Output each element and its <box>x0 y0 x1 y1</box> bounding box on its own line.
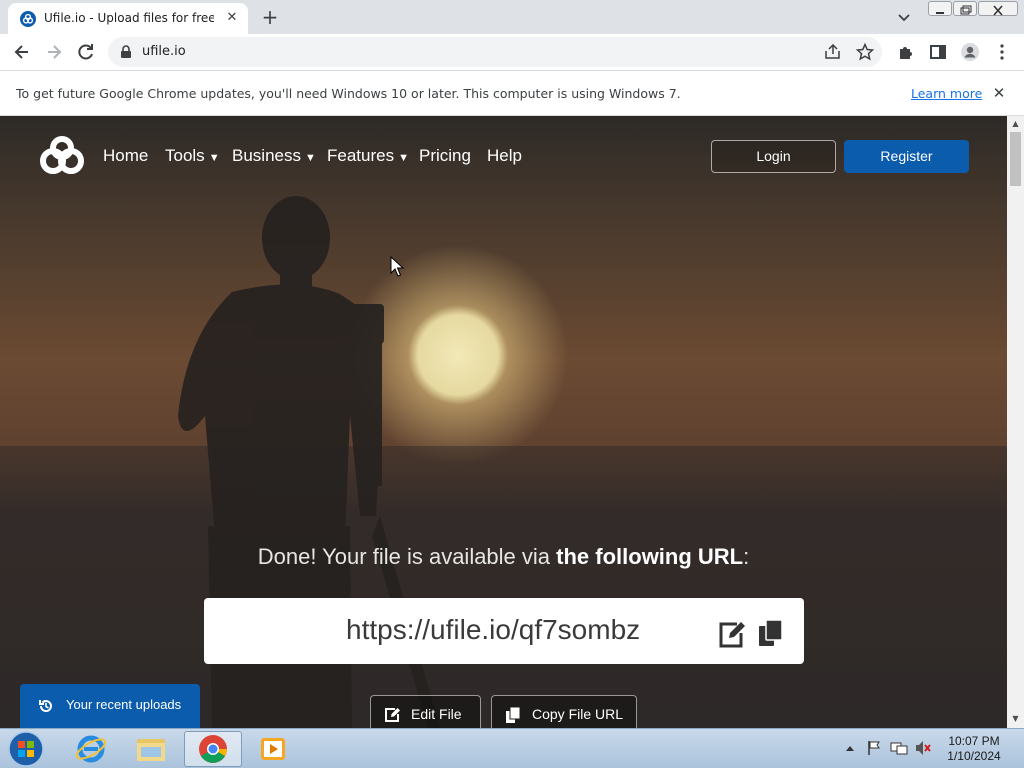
tab-close-icon[interactable]: ✕ <box>224 10 240 26</box>
scroll-up-icon[interactable]: ▲ <box>1010 119 1021 129</box>
edit-icon[interactable] <box>717 620 747 648</box>
volume-muted-icon[interactable] <box>914 740 932 756</box>
infobar-close-icon[interactable]: ✕ <box>990 84 1008 102</box>
share-icon[interactable] <box>824 44 842 60</box>
upload-done-message: Done! Your file is available via the fol… <box>0 544 1007 570</box>
system-clock[interactable]: 10:07 PM 1/10/2024 <box>934 734 1014 764</box>
nav-tools-label: Tools <box>165 146 205 165</box>
learn-more-link[interactable]: Learn more <box>911 86 982 101</box>
chevron-down-icon: ▼ <box>208 152 220 164</box>
action-center-flag-icon[interactable] <box>866 740 882 756</box>
recent-uploads-button[interactable]: Your recent uploads <box>20 684 200 728</box>
tab-search-icon[interactable] <box>894 8 914 26</box>
mouse-cursor-icon <box>390 256 404 277</box>
update-infobar: To get future Google Chrome updates, you… <box>0 72 1024 116</box>
tray-expand-icon[interactable] <box>844 743 856 753</box>
page-scrollbar[interactable]: ▲ ▼ <box>1007 116 1024 728</box>
copy-icon[interactable] <box>759 619 783 648</box>
nav-help-label: Help <box>487 146 522 165</box>
profile-icon[interactable] <box>960 42 980 62</box>
copy-url-button[interactable]: Copy File URL <box>491 695 637 728</box>
nav-features[interactable]: Features ▼ <box>327 146 409 166</box>
close-window-button[interactable] <box>978 1 1018 16</box>
tab-strip: Ufile.io - Upload files for free & s ✕ + <box>0 0 1024 34</box>
minimize-button[interactable] <box>928 1 952 16</box>
browser-tab[interactable]: Ufile.io - Upload files for free & s ✕ <box>8 3 248 34</box>
nav-home-label: Home <box>103 146 149 165</box>
nav-features-label: Features <box>327 146 395 165</box>
clock-time: 10:07 PM <box>948 734 1000 748</box>
lock-icon[interactable] <box>120 45 132 59</box>
nav-pricing-label: Pricing <box>419 146 471 165</box>
chrome-icon <box>199 735 227 763</box>
infobar-message: To get future Google Chrome updates, you… <box>16 86 681 101</box>
ufile-logo-icon[interactable] <box>38 136 86 176</box>
ufile-favicon-icon <box>20 11 36 27</box>
internet-explorer-icon <box>75 735 107 763</box>
nav-help[interactable]: Help <box>487 146 522 166</box>
folder-icon <box>137 739 165 761</box>
register-button[interactable]: Register <box>844 140 969 173</box>
tab-title: Ufile.io - Upload files for free & s <box>44 11 214 25</box>
file-url-box: https://ufile.io/qf7sombz <box>204 598 804 664</box>
sidepanel-icon[interactable] <box>928 42 948 62</box>
edit-file-button[interactable]: Edit File <box>370 695 481 728</box>
copy-icon <box>506 707 520 723</box>
restore-button[interactable] <box>953 1 977 16</box>
history-icon <box>39 700 52 713</box>
nav-pricing[interactable]: Pricing <box>419 146 471 166</box>
login-button[interactable]: Login <box>711 140 836 173</box>
scroll-thumb[interactable] <box>1010 132 1021 186</box>
media-player-icon <box>261 738 285 760</box>
url-text: ufile.io <box>142 44 186 59</box>
star-icon[interactable] <box>856 43 874 61</box>
done-bold: the following URL <box>556 544 744 569</box>
page-content: Home Tools ▼ Business ▼ Features ▼ Pricing … <box>0 116 1007 728</box>
chevron-down-icon: ▼ <box>398 152 409 164</box>
menu-icon[interactable] <box>992 42 1012 62</box>
extensions-icon[interactable] <box>896 42 916 62</box>
taskbar-chrome-button[interactable] <box>184 731 242 767</box>
copy-url-label: Copy File URL <box>532 706 624 722</box>
reload-icon[interactable] <box>76 42 96 62</box>
clock-date: 1/10/2024 <box>947 749 1001 763</box>
new-tab-button[interactable]: + <box>258 6 282 28</box>
windows-taskbar: 10:07 PM 1/10/2024 <box>0 728 1024 768</box>
network-icon[interactable] <box>890 740 908 756</box>
taskbar-explorer-button[interactable] <box>122 731 180 767</box>
start-button-icon[interactable] <box>6 730 46 768</box>
forward-icon[interactable] <box>44 42 64 62</box>
nav-business-label: Business <box>232 146 301 165</box>
edit-icon <box>385 708 400 722</box>
done-suffix: : <box>743 544 750 569</box>
taskbar-ie-button[interactable] <box>62 731 120 767</box>
nav-tools[interactable]: Tools ▼ <box>165 146 220 166</box>
recent-uploads-label: Your recent uploads <box>66 697 182 712</box>
chevron-down-icon: ▼ <box>304 152 316 164</box>
nav-business[interactable]: Business ▼ <box>232 146 316 166</box>
done-prefix: Done! Your file is available via <box>257 544 557 569</box>
taskbar-media-button[interactable] <box>244 731 302 767</box>
nav-home[interactable]: Home <box>103 146 148 166</box>
browser-toolbar: ufile.io <box>0 34 1024 71</box>
file-url-text[interactable]: https://ufile.io/qf7sombz <box>346 614 640 646</box>
edit-file-label: Edit File <box>411 706 462 722</box>
scroll-down-icon[interactable]: ▼ <box>1010 714 1021 724</box>
back-icon[interactable] <box>12 42 32 62</box>
address-bar[interactable]: ufile.io <box>108 37 882 67</box>
